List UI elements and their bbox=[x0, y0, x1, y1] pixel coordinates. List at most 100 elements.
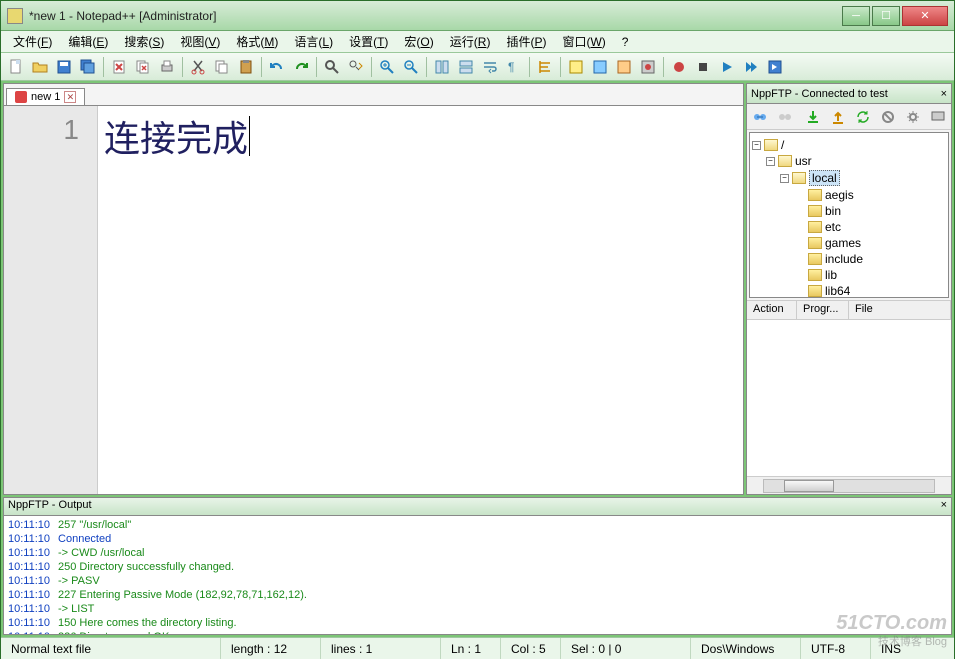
ftp-download-button[interactable] bbox=[802, 106, 824, 128]
log-time: 10:11:10 bbox=[8, 560, 50, 574]
save-button[interactable] bbox=[53, 56, 75, 78]
col-action[interactable]: Action bbox=[747, 301, 797, 319]
minimize-button[interactable]: ─ bbox=[842, 6, 870, 26]
col-file[interactable]: File bbox=[849, 301, 951, 319]
sync-v-button[interactable] bbox=[431, 56, 453, 78]
menu-f[interactable]: 文件(F) bbox=[5, 31, 60, 52]
zoom-out-button[interactable] bbox=[400, 56, 422, 78]
play-macro-button[interactable] bbox=[716, 56, 738, 78]
indent-guide-button[interactable] bbox=[534, 56, 556, 78]
menu-e[interactable]: 编辑(E) bbox=[60, 31, 116, 52]
folder-icon bbox=[808, 205, 822, 217]
ftp-title-text: NppFTP - Connected to test bbox=[751, 88, 888, 100]
log-msg: 257 "/usr/local" bbox=[58, 518, 131, 532]
new-file-button[interactable] bbox=[5, 56, 27, 78]
menu-o[interactable]: 宏(O) bbox=[396, 31, 441, 52]
zoom-in-button[interactable] bbox=[376, 56, 398, 78]
user-lang-button[interactable] bbox=[565, 56, 587, 78]
status-lines: lines : 1 bbox=[321, 638, 441, 659]
tree-node[interactable]: −local bbox=[752, 169, 946, 187]
log-msg: 250 Directory successfully changed. bbox=[58, 560, 234, 574]
output-body[interactable]: 10:11:10257 "/usr/local"10:11:10Connecte… bbox=[4, 516, 951, 634]
ftp-upload-button[interactable] bbox=[827, 106, 849, 128]
doc-map-button[interactable] bbox=[589, 56, 611, 78]
ftp-close-icon[interactable]: × bbox=[941, 88, 947, 100]
record-macro-button[interactable] bbox=[668, 56, 690, 78]
scroll-thumb[interactable] bbox=[784, 480, 834, 492]
ftp-settings-button[interactable] bbox=[902, 106, 924, 128]
output-close-icon[interactable]: × bbox=[941, 499, 947, 514]
tree-node[interactable]: etc bbox=[752, 219, 946, 235]
menu-m[interactable]: 格式(M) bbox=[228, 31, 286, 52]
open-file-button[interactable] bbox=[29, 56, 51, 78]
text-area[interactable]: 连接完成 bbox=[98, 106, 743, 494]
tree-toggle-icon[interactable]: − bbox=[752, 141, 761, 150]
main-toolbar: ¶ bbox=[1, 53, 954, 81]
menu-s[interactable]: 搜索(S) bbox=[116, 31, 172, 52]
ftp-tree[interactable]: −/−usr−localaegisbinetcgamesincludelibli… bbox=[749, 132, 949, 298]
show-all-chars-button[interactable]: ¶ bbox=[503, 56, 525, 78]
tree-node[interactable]: lib bbox=[752, 267, 946, 283]
ftp-connect-button[interactable] bbox=[749, 106, 771, 128]
log-msg: -> LIST bbox=[58, 602, 94, 616]
ftp-disconnect-button[interactable] bbox=[774, 106, 796, 128]
tree-toggle-icon[interactable]: − bbox=[766, 157, 775, 166]
play-multi-button[interactable] bbox=[740, 56, 762, 78]
close-all-button[interactable] bbox=[132, 56, 154, 78]
tree-node[interactable]: aegis bbox=[752, 187, 946, 203]
paste-button[interactable] bbox=[235, 56, 257, 78]
tree-node[interactable]: lib64 bbox=[752, 283, 946, 298]
sync-h-button[interactable] bbox=[455, 56, 477, 78]
folder-icon bbox=[808, 237, 822, 249]
col-progress[interactable]: Progr... bbox=[797, 301, 849, 319]
menu-w[interactable]: 窗口(W) bbox=[554, 31, 613, 52]
maximize-button[interactable]: ☐ bbox=[872, 6, 900, 26]
menu-help[interactable]: ? bbox=[614, 33, 637, 51]
ftp-transfer-list bbox=[747, 320, 951, 476]
tree-node[interactable]: −/ bbox=[752, 137, 946, 153]
menu-l[interactable]: 语言(L) bbox=[286, 31, 341, 52]
menu-r[interactable]: 运行(R) bbox=[442, 31, 499, 52]
menu-p[interactable]: 插件(P) bbox=[498, 31, 554, 52]
tree-node[interactable]: games bbox=[752, 235, 946, 251]
menu-t[interactable]: 设置(T) bbox=[341, 31, 396, 52]
tree-label: etc bbox=[825, 220, 841, 234]
tree-node[interactable]: −usr bbox=[752, 153, 946, 169]
status-col: Col : 5 bbox=[501, 638, 561, 659]
menu-v[interactable]: 视图(V) bbox=[172, 31, 228, 52]
close-file-button[interactable] bbox=[108, 56, 130, 78]
log-msg: 227 Entering Passive Mode (182,92,78,71,… bbox=[58, 588, 307, 602]
tree-node[interactable]: bin bbox=[752, 203, 946, 219]
file-tab[interactable]: new 1 ✕ bbox=[6, 88, 85, 105]
editor-body[interactable]: 1 连接完成 bbox=[4, 106, 743, 494]
save-all-button[interactable] bbox=[77, 56, 99, 78]
log-line: 10:11:10226 Directory send OK. bbox=[8, 630, 947, 634]
print-button[interactable] bbox=[156, 56, 178, 78]
copy-button[interactable] bbox=[211, 56, 233, 78]
status-length: length : 12 bbox=[221, 638, 321, 659]
wrap-button[interactable] bbox=[479, 56, 501, 78]
title-bar: *new 1 - Notepad++ [Administrator] ─ ☐ ✕ bbox=[1, 1, 954, 31]
status-bar: Normal text file length : 12 lines : 1 L… bbox=[1, 637, 954, 659]
find-button[interactable] bbox=[321, 56, 343, 78]
tree-node[interactable]: include bbox=[752, 251, 946, 267]
replace-button[interactable] bbox=[345, 56, 367, 78]
redo-button[interactable] bbox=[290, 56, 312, 78]
ftp-messages-button[interactable] bbox=[927, 106, 949, 128]
window-title: *new 1 - Notepad++ [Administrator] bbox=[29, 9, 842, 23]
undo-button[interactable] bbox=[266, 56, 288, 78]
stop-macro-button[interactable] bbox=[692, 56, 714, 78]
log-msg: Connected bbox=[58, 532, 111, 546]
save-macro-button[interactable] bbox=[764, 56, 786, 78]
close-button[interactable]: ✕ bbox=[902, 6, 948, 26]
cut-button[interactable] bbox=[187, 56, 209, 78]
ftp-refresh-button[interactable] bbox=[852, 106, 874, 128]
tab-close-icon[interactable]: ✕ bbox=[64, 91, 76, 103]
ftp-abort-button[interactable] bbox=[877, 106, 899, 128]
ftp-scrollbar[interactable] bbox=[747, 476, 951, 494]
log-line: 10:11:10227 Entering Passive Mode (182,9… bbox=[8, 588, 947, 602]
text-cursor bbox=[249, 116, 250, 156]
func-list-button[interactable] bbox=[613, 56, 635, 78]
folder-button[interactable] bbox=[637, 56, 659, 78]
tree-toggle-icon[interactable]: − bbox=[780, 174, 789, 183]
